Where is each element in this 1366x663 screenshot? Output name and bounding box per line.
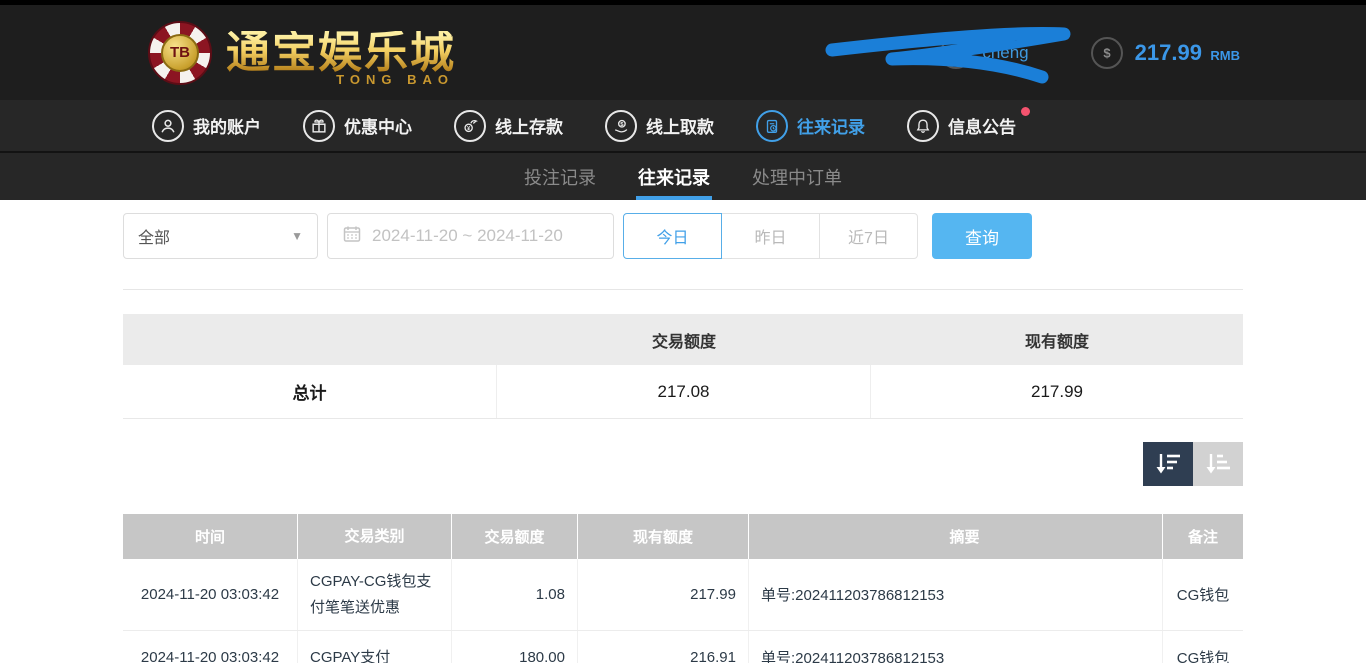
cell-summary: 单号:202411203786812153 bbox=[749, 559, 1163, 630]
bell-icon bbox=[907, 110, 939, 142]
cell-type: CGPAY支付 bbox=[298, 631, 452, 663]
summary-total-row: 总计 217.08 217.99 bbox=[123, 365, 1243, 419]
casino-chip-icon: TB bbox=[148, 21, 212, 85]
cell-summary: 单号:202411203786812153 bbox=[749, 631, 1163, 663]
balance-currency: RMB bbox=[1210, 48, 1240, 63]
cell-note: CG钱包 bbox=[1163, 631, 1243, 663]
category-select[interactable]: 全部 ▼ bbox=[123, 213, 318, 259]
cell-trade-amount: 1.08 bbox=[452, 559, 578, 630]
section-divider bbox=[123, 289, 1243, 290]
chevron-down-icon: ▼ bbox=[291, 229, 303, 243]
summary-trade-amount: 217.08 bbox=[497, 365, 871, 418]
logo-subtitle: TONG BAO bbox=[336, 72, 454, 87]
site-header: TB 通宝娱乐城 TONG BAO cheng $ 217.99 bbox=[0, 5, 1366, 100]
col-current-amount: 现有额度 bbox=[578, 514, 749, 559]
deposit-icon: ¥ bbox=[454, 110, 486, 142]
cell-note: CG钱包 bbox=[1163, 559, 1243, 630]
col-trade-amount: 交易额度 bbox=[452, 514, 578, 559]
records-icon bbox=[756, 110, 788, 142]
date-range-input[interactable]: 2024-11-20 ~ 2024-11-20 bbox=[327, 213, 614, 259]
main-nav: 我的账户 优惠中心 ¥ 线上存款 $ bbox=[0, 100, 1366, 151]
logo-title: 通宝娱乐城 bbox=[226, 31, 456, 75]
balance-amount: 217.99 bbox=[1135, 40, 1202, 65]
range-last7days-button[interactable]: 近7日 bbox=[819, 213, 918, 259]
user-avatar-icon bbox=[940, 37, 972, 69]
notification-dot bbox=[1021, 107, 1030, 116]
nav-announcements[interactable]: 信息公告 bbox=[907, 110, 1016, 142]
summary-header-empty bbox=[123, 314, 497, 365]
username: cheng bbox=[982, 43, 1028, 63]
header-right: cheng $ 217.99 RMB bbox=[940, 5, 1240, 100]
sub-tabs: 投注记录 往来记录 处理中订单 bbox=[0, 151, 1366, 200]
records-table: 时间 交易类别 交易额度 现有额度 摘要 备注 2024-11-20 03:03… bbox=[123, 514, 1243, 663]
site-logo[interactable]: TB 通宝娱乐城 TONG BAO bbox=[148, 21, 456, 85]
col-summary: 摘要 bbox=[749, 514, 1163, 559]
svg-text:$: $ bbox=[1103, 45, 1111, 60]
tab-pending-orders[interactable]: 处理中订单 bbox=[750, 153, 844, 200]
tab-transaction-records[interactable]: 往来记录 bbox=[636, 153, 712, 200]
cell-trade-amount: 180.00 bbox=[452, 631, 578, 663]
summary-header-trade: 交易额度 bbox=[497, 314, 871, 365]
filter-row: 全部 ▼ 2024-11-20 ~ 2024-11-20 今日 昨日 近7日 bbox=[123, 213, 1243, 259]
logo-text: 通宝娱乐城 TONG BAO bbox=[226, 31, 456, 75]
range-today-button[interactable]: 今日 bbox=[623, 213, 722, 259]
user-account[interactable]: cheng bbox=[940, 37, 1028, 69]
chip-monogram: TB bbox=[161, 34, 199, 72]
tab-betting-records[interactable]: 投注记录 bbox=[522, 153, 598, 200]
nav-my-account[interactable]: 我的账户 bbox=[152, 110, 261, 142]
calendar-icon bbox=[342, 224, 362, 249]
nav-withdraw[interactable]: $ 线上取款 bbox=[605, 110, 714, 142]
withdraw-icon: $ bbox=[605, 110, 637, 142]
table-row: 2024-11-20 03:03:42 CGPAY-CG钱包支付笔笔送优惠 1.… bbox=[123, 559, 1243, 631]
range-yesterday-button[interactable]: 昨日 bbox=[721, 213, 820, 259]
nav-deposit[interactable]: ¥ 线上存款 bbox=[454, 110, 563, 142]
col-type: 交易类别 bbox=[298, 514, 452, 559]
summary-total-label: 总计 bbox=[123, 365, 497, 418]
table-header-row: 时间 交易类别 交易额度 现有额度 摘要 备注 bbox=[123, 514, 1243, 559]
summary-header-row: 交易额度 现有额度 bbox=[123, 314, 1243, 365]
summary-header-current: 现有额度 bbox=[871, 314, 1243, 365]
nav-promotions[interactable]: 优惠中心 bbox=[303, 110, 412, 142]
summary-table: 交易额度 现有额度 总计 217.08 217.99 bbox=[123, 314, 1243, 419]
cell-type: CGPAY-CG钱包支付笔笔送优惠 bbox=[298, 559, 452, 630]
sort-controls bbox=[123, 442, 1243, 486]
summary-current-amount: 217.99 bbox=[871, 365, 1243, 418]
content: 全部 ▼ 2024-11-20 ~ 2024-11-20 今日 昨日 近7日 bbox=[123, 213, 1243, 663]
table-row: 2024-11-20 03:03:42 CGPAY支付 180.00 216.9… bbox=[123, 631, 1243, 663]
col-time: 时间 bbox=[123, 514, 298, 559]
gift-icon bbox=[303, 110, 335, 142]
date-range-value: 2024-11-20 ~ 2024-11-20 bbox=[372, 226, 563, 246]
search-button[interactable]: 查询 bbox=[932, 213, 1032, 259]
nav-transaction-records[interactable]: 往来记录 bbox=[756, 110, 865, 142]
account-icon bbox=[152, 110, 184, 142]
cell-time: 2024-11-20 03:03:42 bbox=[123, 559, 298, 630]
sort-descending-button[interactable] bbox=[1143, 442, 1193, 486]
quick-range-group: 今日 昨日 近7日 bbox=[623, 213, 918, 259]
sort-ascending-button[interactable] bbox=[1193, 442, 1243, 486]
cell-current-amount: 216.91 bbox=[578, 631, 749, 663]
balance: $ 217.99 RMB bbox=[1091, 37, 1240, 69]
cell-current-amount: 217.99 bbox=[578, 559, 749, 630]
category-select-value: 全部 bbox=[138, 224, 170, 248]
dollar-icon: $ bbox=[1091, 37, 1123, 69]
cell-time: 2024-11-20 03:03:42 bbox=[123, 631, 298, 663]
col-note: 备注 bbox=[1163, 514, 1243, 559]
